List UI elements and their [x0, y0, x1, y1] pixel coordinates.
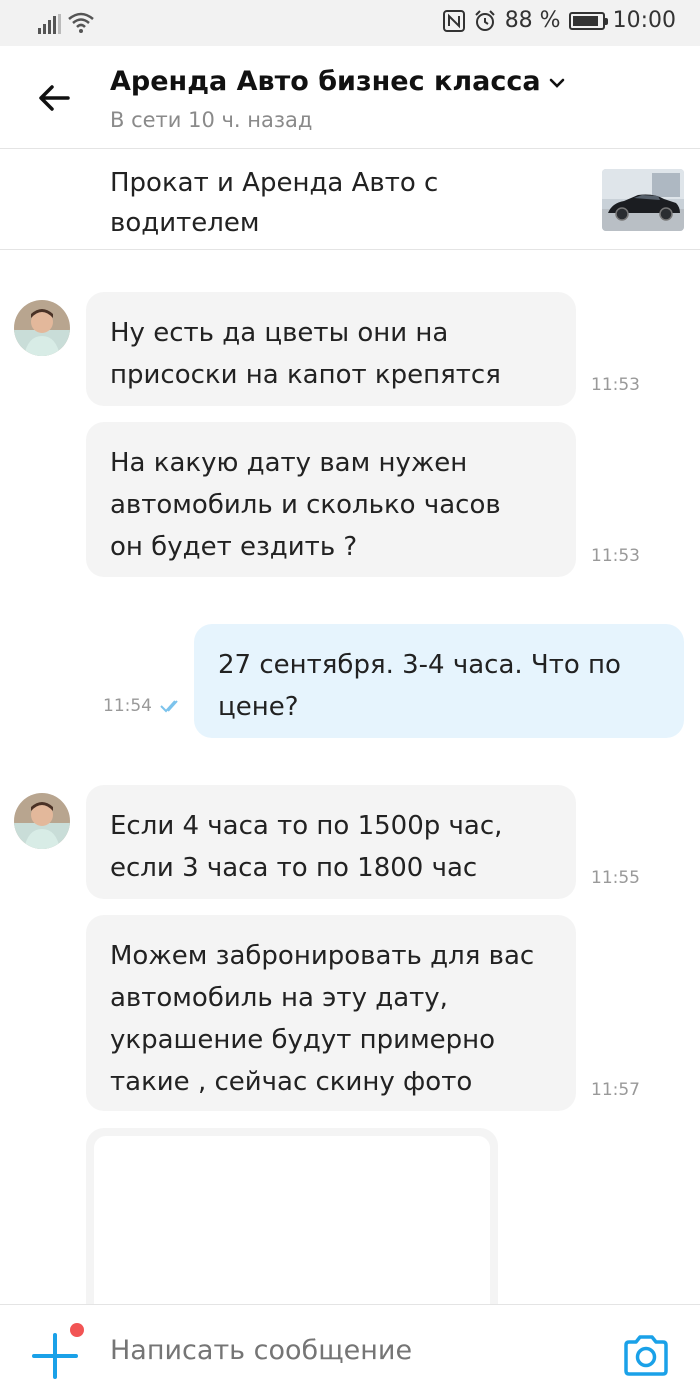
- product-title: Прокат и Аренда Авто с водителем: [110, 168, 439, 238]
- battery-percent: 88 %: [504, 8, 561, 33]
- chevron-down-icon: [549, 78, 564, 88]
- sender-avatar[interactable]: [14, 793, 70, 849]
- online-status: В сети 10 ч. назад: [110, 108, 313, 132]
- chat-title[interactable]: Аренда Авто бизнес класса: [110, 66, 567, 97]
- message-meta: 11:54: [103, 696, 184, 716]
- message-text: На какую дату вам нужен автомобиль и ско…: [110, 448, 501, 562]
- nfc-icon: [442, 9, 465, 32]
- battery-icon: [568, 11, 608, 30]
- message-text: Если 4 часа то по 1500р час, если 3 часа…: [110, 811, 503, 883]
- battery-fill: [572, 15, 598, 26]
- double-check-icon: [160, 700, 178, 713]
- status-right: 88 % 10:00: [442, 8, 676, 33]
- status-left: [38, 12, 95, 34]
- clock: 10:00: [612, 8, 676, 33]
- image-attachment[interactable]: [86, 1128, 498, 1328]
- sender-avatar[interactable]: [14, 300, 70, 356]
- message-text: 27 сентября. 3-4 часа. Что по цене?: [218, 650, 621, 722]
- message-time: 11:55: [591, 868, 640, 888]
- wifi-icon: [68, 12, 94, 33]
- message-time: 11:57: [591, 1080, 640, 1100]
- product-bar[interactable]: Прокат и Аренда Авто с водителем: [0, 148, 700, 250]
- message-bubble[interactable]: На какую дату вам нужен автомобиль и ско…: [86, 422, 640, 577]
- alarm-icon: [474, 9, 495, 31]
- message-bubble[interactable]: Можем забронировать для вас автомобиль н…: [86, 915, 640, 1111]
- back-arrow-icon[interactable]: [34, 78, 74, 118]
- message-bubble[interactable]: Ну есть да цветы они на присоски на капо…: [86, 292, 640, 406]
- camera-icon[interactable]: [622, 1333, 670, 1377]
- message-text: Можем забронировать для вас автомобиль н…: [110, 941, 535, 1097]
- signal-icon: [38, 14, 61, 34]
- message-text: Ну есть да цветы они на присоски на капо…: [110, 318, 501, 390]
- message-composer: [0, 1304, 700, 1400]
- product-thumbnail[interactable]: [602, 169, 684, 231]
- message-input[interactable]: [110, 1335, 590, 1366]
- plus-icon[interactable]: [30, 1331, 80, 1381]
- message-bubble[interactable]: Если 4 часа то по 1500р час, если 3 часа…: [86, 785, 640, 899]
- message-time: 11:53: [591, 375, 640, 395]
- message-bubble-outgoing[interactable]: 27 сентября. 3-4 часа. Что по цене?: [194, 624, 684, 738]
- chat-title-text: Аренда Авто бизнес класса: [110, 66, 541, 97]
- message-time: 11:53: [591, 546, 640, 566]
- chat-header: Аренда Авто бизнес класса В сети 10 ч. н…: [0, 46, 700, 148]
- image-placeholder: [94, 1136, 490, 1328]
- notification-dot: [70, 1323, 84, 1337]
- status-bar: 88 % 10:00: [0, 0, 700, 46]
- message-time: 11:54: [103, 696, 152, 716]
